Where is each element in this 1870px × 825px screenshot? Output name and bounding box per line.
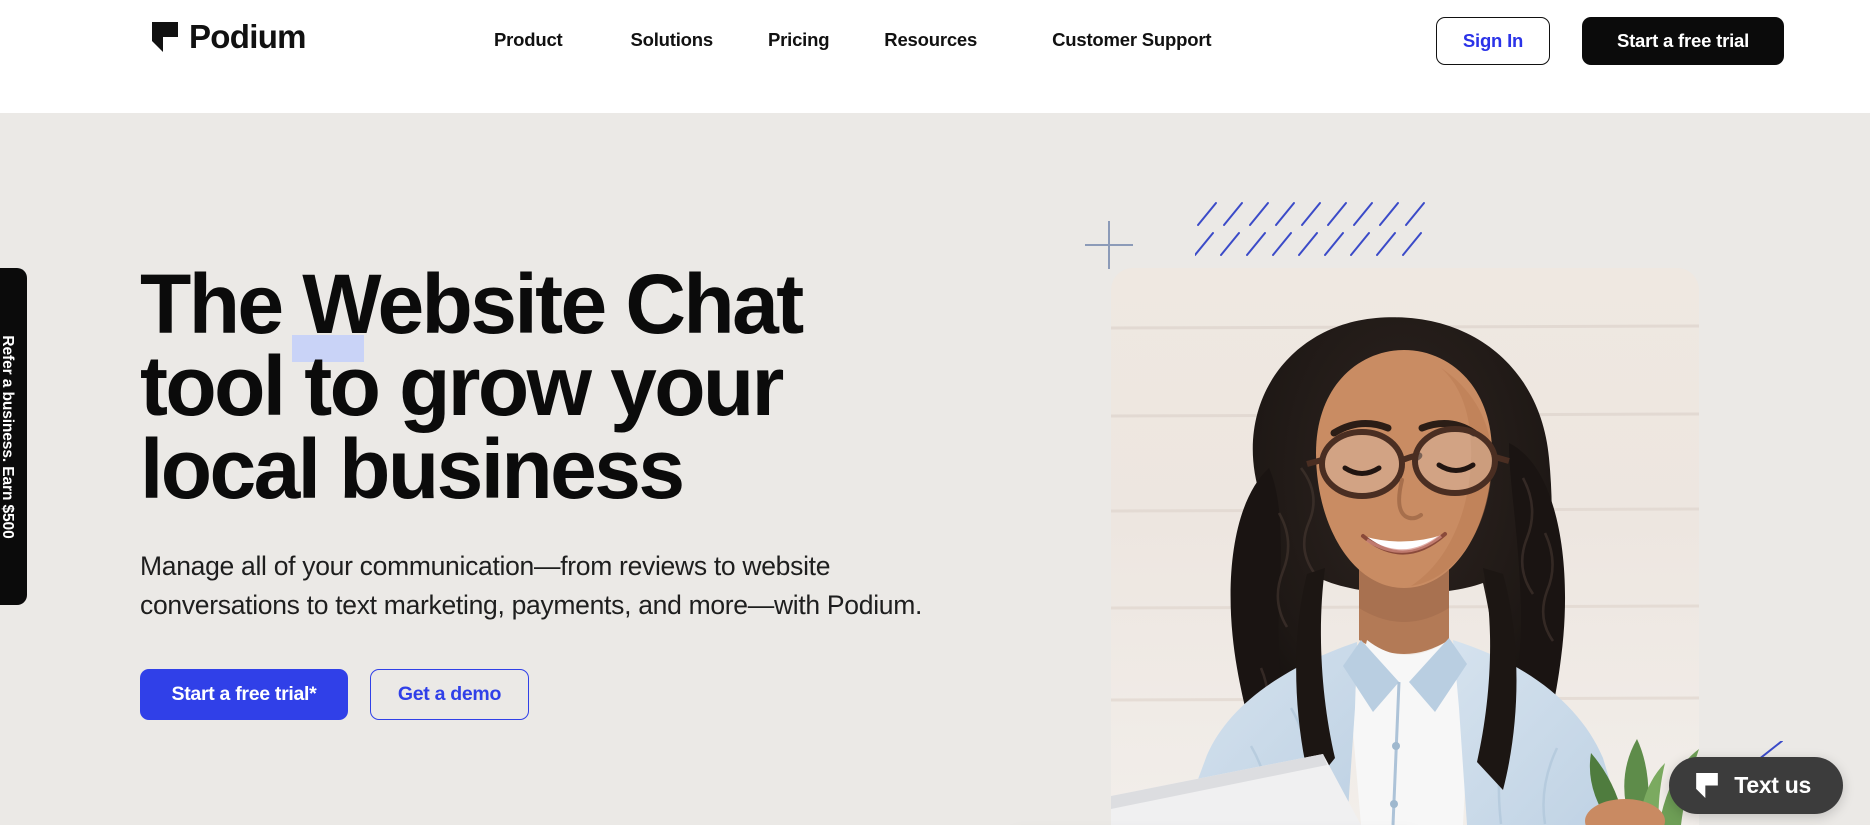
headline-line-1: The Website Chat	[140, 257, 804, 351]
page-title: The Website Chat tool to grow your local…	[140, 257, 830, 516]
text-us-label: Text us	[1734, 772, 1811, 798]
refer-tab-label: Refer a business. Earn $500	[0, 334, 16, 539]
site-header: Podium Product Solutions Pricing Resourc…	[0, 0, 1870, 113]
header-actions: Sign In Start a free trial	[1436, 17, 1784, 65]
start-free-trial-header-button[interactable]: Start a free trial	[1582, 17, 1784, 65]
main-navigation: Product Solutions Pricing Resources Cust…	[494, 26, 1212, 54]
hero-copy: The Website Chat tool to grow your local…	[140, 257, 940, 720]
podium-logo-mark-icon	[1696, 773, 1719, 798]
hero-subcopy: Manage all of your communication—from re…	[140, 550, 923, 620]
nav-item-pricing[interactable]: Pricing	[768, 26, 830, 54]
headline-line-2: tool to grow your	[140, 339, 784, 434]
podium-logo-mark-icon	[152, 21, 178, 52]
sign-in-button[interactable]: Sign In	[1436, 17, 1550, 65]
plus-crosshair-icon	[1085, 221, 1133, 269]
get-a-demo-button[interactable]: Get a demo	[370, 668, 529, 720]
headline-line-3: local business	[140, 421, 685, 516]
nav-item-customer-support[interactable]: Customer Support	[1052, 26, 1211, 54]
hero-section: Refer a business. Earn $500 The Website …	[0, 113, 1870, 825]
text-us-button[interactable]: Text us	[1669, 757, 1843, 814]
refer-a-business-tab[interactable]: Refer a business. Earn $500	[0, 268, 27, 605]
nav-item-resources[interactable]: Resources	[884, 26, 977, 54]
diagonal-hatch-decoration-icon	[1195, 202, 1425, 256]
start-free-trial-hero-button[interactable]: Start a free trial*	[140, 668, 348, 720]
podium-landing-page: Podium Product Solutions Pricing Resourc…	[0, 0, 1870, 825]
hero-cta-row: Start a free trial* Get a demo	[140, 668, 940, 720]
podium-logo[interactable]: Podium	[152, 20, 306, 53]
nav-item-solutions[interactable]: Solutions	[631, 26, 714, 54]
nav-item-product[interactable]: Product	[494, 26, 563, 54]
podium-logo-text: Podium	[189, 18, 306, 55]
hero-visual	[1040, 113, 1870, 825]
hero-photo-illustration-icon	[1111, 268, 1699, 825]
hero-photo	[1111, 268, 1699, 825]
